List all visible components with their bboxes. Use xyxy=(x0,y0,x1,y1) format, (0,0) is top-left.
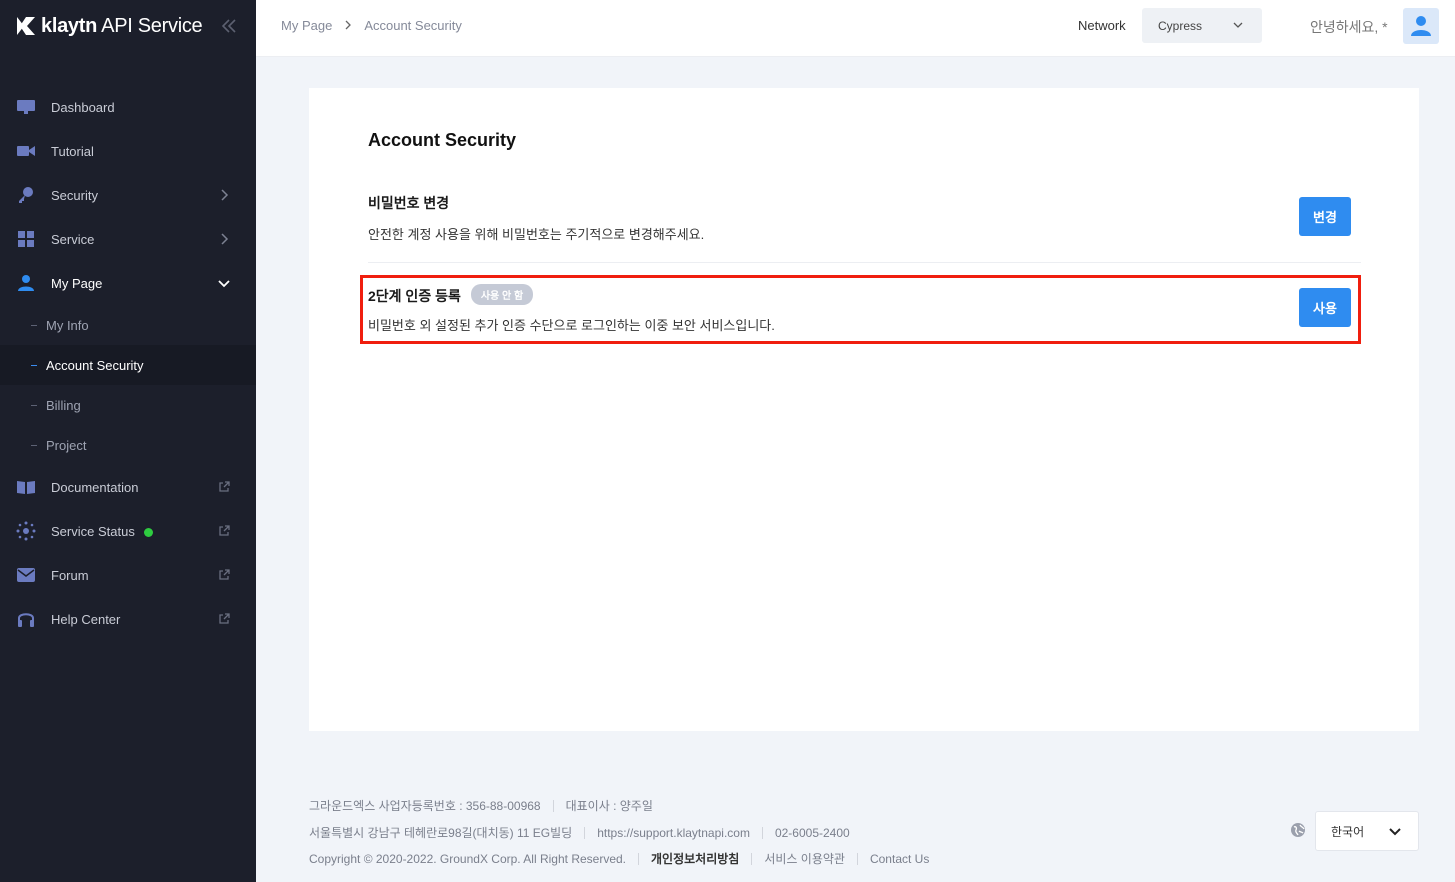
chevron-down-icon xyxy=(1232,19,1244,34)
key-icon xyxy=(16,185,36,205)
breadcrumb: My Page Account Security xyxy=(281,18,462,33)
double-chevron-left-icon xyxy=(221,19,236,33)
sidebar-item-label: Dashboard xyxy=(51,99,115,115)
headset-icon xyxy=(16,609,36,629)
two-factor-description: 비밀번호 외 설정된 추가 인증 수단으로 로그인하는 이중 보안 서비스입니다… xyxy=(368,318,775,333)
status-ok-indicator xyxy=(143,527,153,537)
chevron-down-icon xyxy=(216,275,232,291)
sidebar-item-service-status[interactable]: Service Status xyxy=(0,509,256,553)
klaytn-logo-icon xyxy=(15,15,37,37)
sidebar-item-label: Security xyxy=(51,187,98,203)
external-link-icon xyxy=(216,523,232,539)
divider xyxy=(368,262,1361,263)
sidebar-item-service[interactable]: Service xyxy=(0,217,256,261)
chevron-right-icon xyxy=(216,187,232,203)
user-icon xyxy=(16,273,36,293)
two-factor-title: 2단계 인증 등록 사용 안 함 xyxy=(368,284,534,306)
page-title: Account Security xyxy=(368,130,517,150)
logo-text: klaytn xyxy=(41,14,98,37)
chevron-right-icon xyxy=(216,231,232,247)
sidebar-item-label: Help Center xyxy=(51,611,121,627)
video-camera-icon xyxy=(16,141,36,161)
sidebar-subitem-label: Account Security xyxy=(46,357,144,373)
footer-ceo: 대표이사 : 양주일 xyxy=(565,799,653,813)
footer-address: 서울특별시 강남구 테헤란로98길(대치동) 11 EG빌딩 xyxy=(309,826,573,840)
sidebar-subitem-my-info[interactable]: My Info xyxy=(0,305,256,345)
sidebar-subitem-label: Project xyxy=(46,437,87,453)
sidebar-item-documentation[interactable]: Documentation xyxy=(0,465,256,509)
status-icon xyxy=(16,521,36,541)
collapse-sidebar-button[interactable] xyxy=(218,14,240,38)
logo[interactable]: klaytn API Service xyxy=(15,12,240,40)
sidebar-subitem-billing[interactable]: Billing xyxy=(0,385,256,425)
sidebar-item-label: Service Status xyxy=(51,523,135,539)
account-security-card: Account Security 비밀번호 변경 안전한 계정 사용을 위해 비… xyxy=(309,88,1419,731)
sidebar-item-dashboard[interactable]: Dashboard xyxy=(0,85,256,129)
breadcrumb-account-security: Account Security xyxy=(364,18,462,33)
external-link-icon xyxy=(216,567,232,583)
sidebar-item-forum[interactable]: Forum xyxy=(0,553,256,597)
avatar[interactable] xyxy=(1403,8,1439,44)
external-link-icon xyxy=(216,479,232,495)
user-greeting: 안녕하세요, * xyxy=(1310,19,1388,35)
sidebar-item-label: Tutorial xyxy=(51,143,94,159)
sidebar-subitem-label: Billing xyxy=(46,397,81,413)
top-header: My Page Account Security Network Cypress… xyxy=(256,0,1455,57)
sidebar-item-help-center[interactable]: Help Center xyxy=(0,597,256,641)
breadcrumb-my-page[interactable]: My Page xyxy=(281,18,332,33)
change-password-button[interactable]: 변경 xyxy=(1299,197,1351,236)
password-change-description: 안전한 계정 사용을 위해 비밀번호는 주기적으로 변경해주세요. xyxy=(368,227,705,242)
two-factor-title-text: 2단계 인증 등록 xyxy=(368,288,461,304)
grid-icon xyxy=(16,229,36,249)
sidebar: klaytn API Service Dashboard Tutorial Se… xyxy=(0,0,256,882)
sidebar-item-label: Service xyxy=(51,231,95,247)
external-link-icon xyxy=(216,611,232,627)
sidebar-item-label: Documentation xyxy=(51,479,139,495)
enable-two-factor-button[interactable]: 사용 xyxy=(1299,288,1351,327)
chevron-down-icon xyxy=(1388,825,1402,842)
sidebar-item-label: Forum xyxy=(51,567,89,583)
footer-company-info: 그라운드엑스 사업자등록번호 : 356-88-00968 xyxy=(309,799,541,813)
sidebar-item-security[interactable]: Security xyxy=(0,173,256,217)
sidebar-subitem-project[interactable]: Project xyxy=(0,425,256,465)
network-label: Network xyxy=(1078,18,1126,33)
language-select[interactable]: 한국어 xyxy=(1315,811,1419,851)
globe-icon xyxy=(1290,822,1306,838)
mail-icon xyxy=(16,565,36,585)
sidebar-item-tutorial[interactable]: Tutorial xyxy=(0,129,256,173)
footer-contact-link[interactable]: Contact Us xyxy=(870,852,929,866)
footer-copyright: Copyright © 2020-2022. GroundX Corp. All… xyxy=(309,851,627,866)
status-badge: 사용 안 함 xyxy=(470,284,534,305)
book-icon xyxy=(16,477,36,497)
footer-phone: 02-6005-2400 xyxy=(774,825,850,840)
sidebar-subitem-account-security[interactable]: Account Security xyxy=(0,345,256,385)
logo-suffix: API Service xyxy=(101,14,203,37)
password-change-title: 비밀번호 변경 xyxy=(368,195,450,211)
sidebar-subitem-label: My Info xyxy=(46,317,89,333)
footer-terms-link[interactable]: 서비스 이용약관 xyxy=(764,850,845,867)
network-value: Cypress xyxy=(1158,18,1203,33)
sidebar-item-my-page[interactable]: My Page xyxy=(0,261,256,305)
language-value: 한국어 xyxy=(1331,824,1365,839)
chevron-right-icon xyxy=(344,19,352,33)
sidebar-item-label: My Page xyxy=(51,275,103,291)
footer-privacy-link[interactable]: 개인정보처리방침 xyxy=(651,850,739,867)
monitor-icon xyxy=(16,97,36,117)
user-icon xyxy=(1411,16,1431,36)
footer-support-link[interactable]: https://support.klaytnapi.com xyxy=(597,826,750,840)
network-select[interactable]: Cypress xyxy=(1142,8,1262,43)
